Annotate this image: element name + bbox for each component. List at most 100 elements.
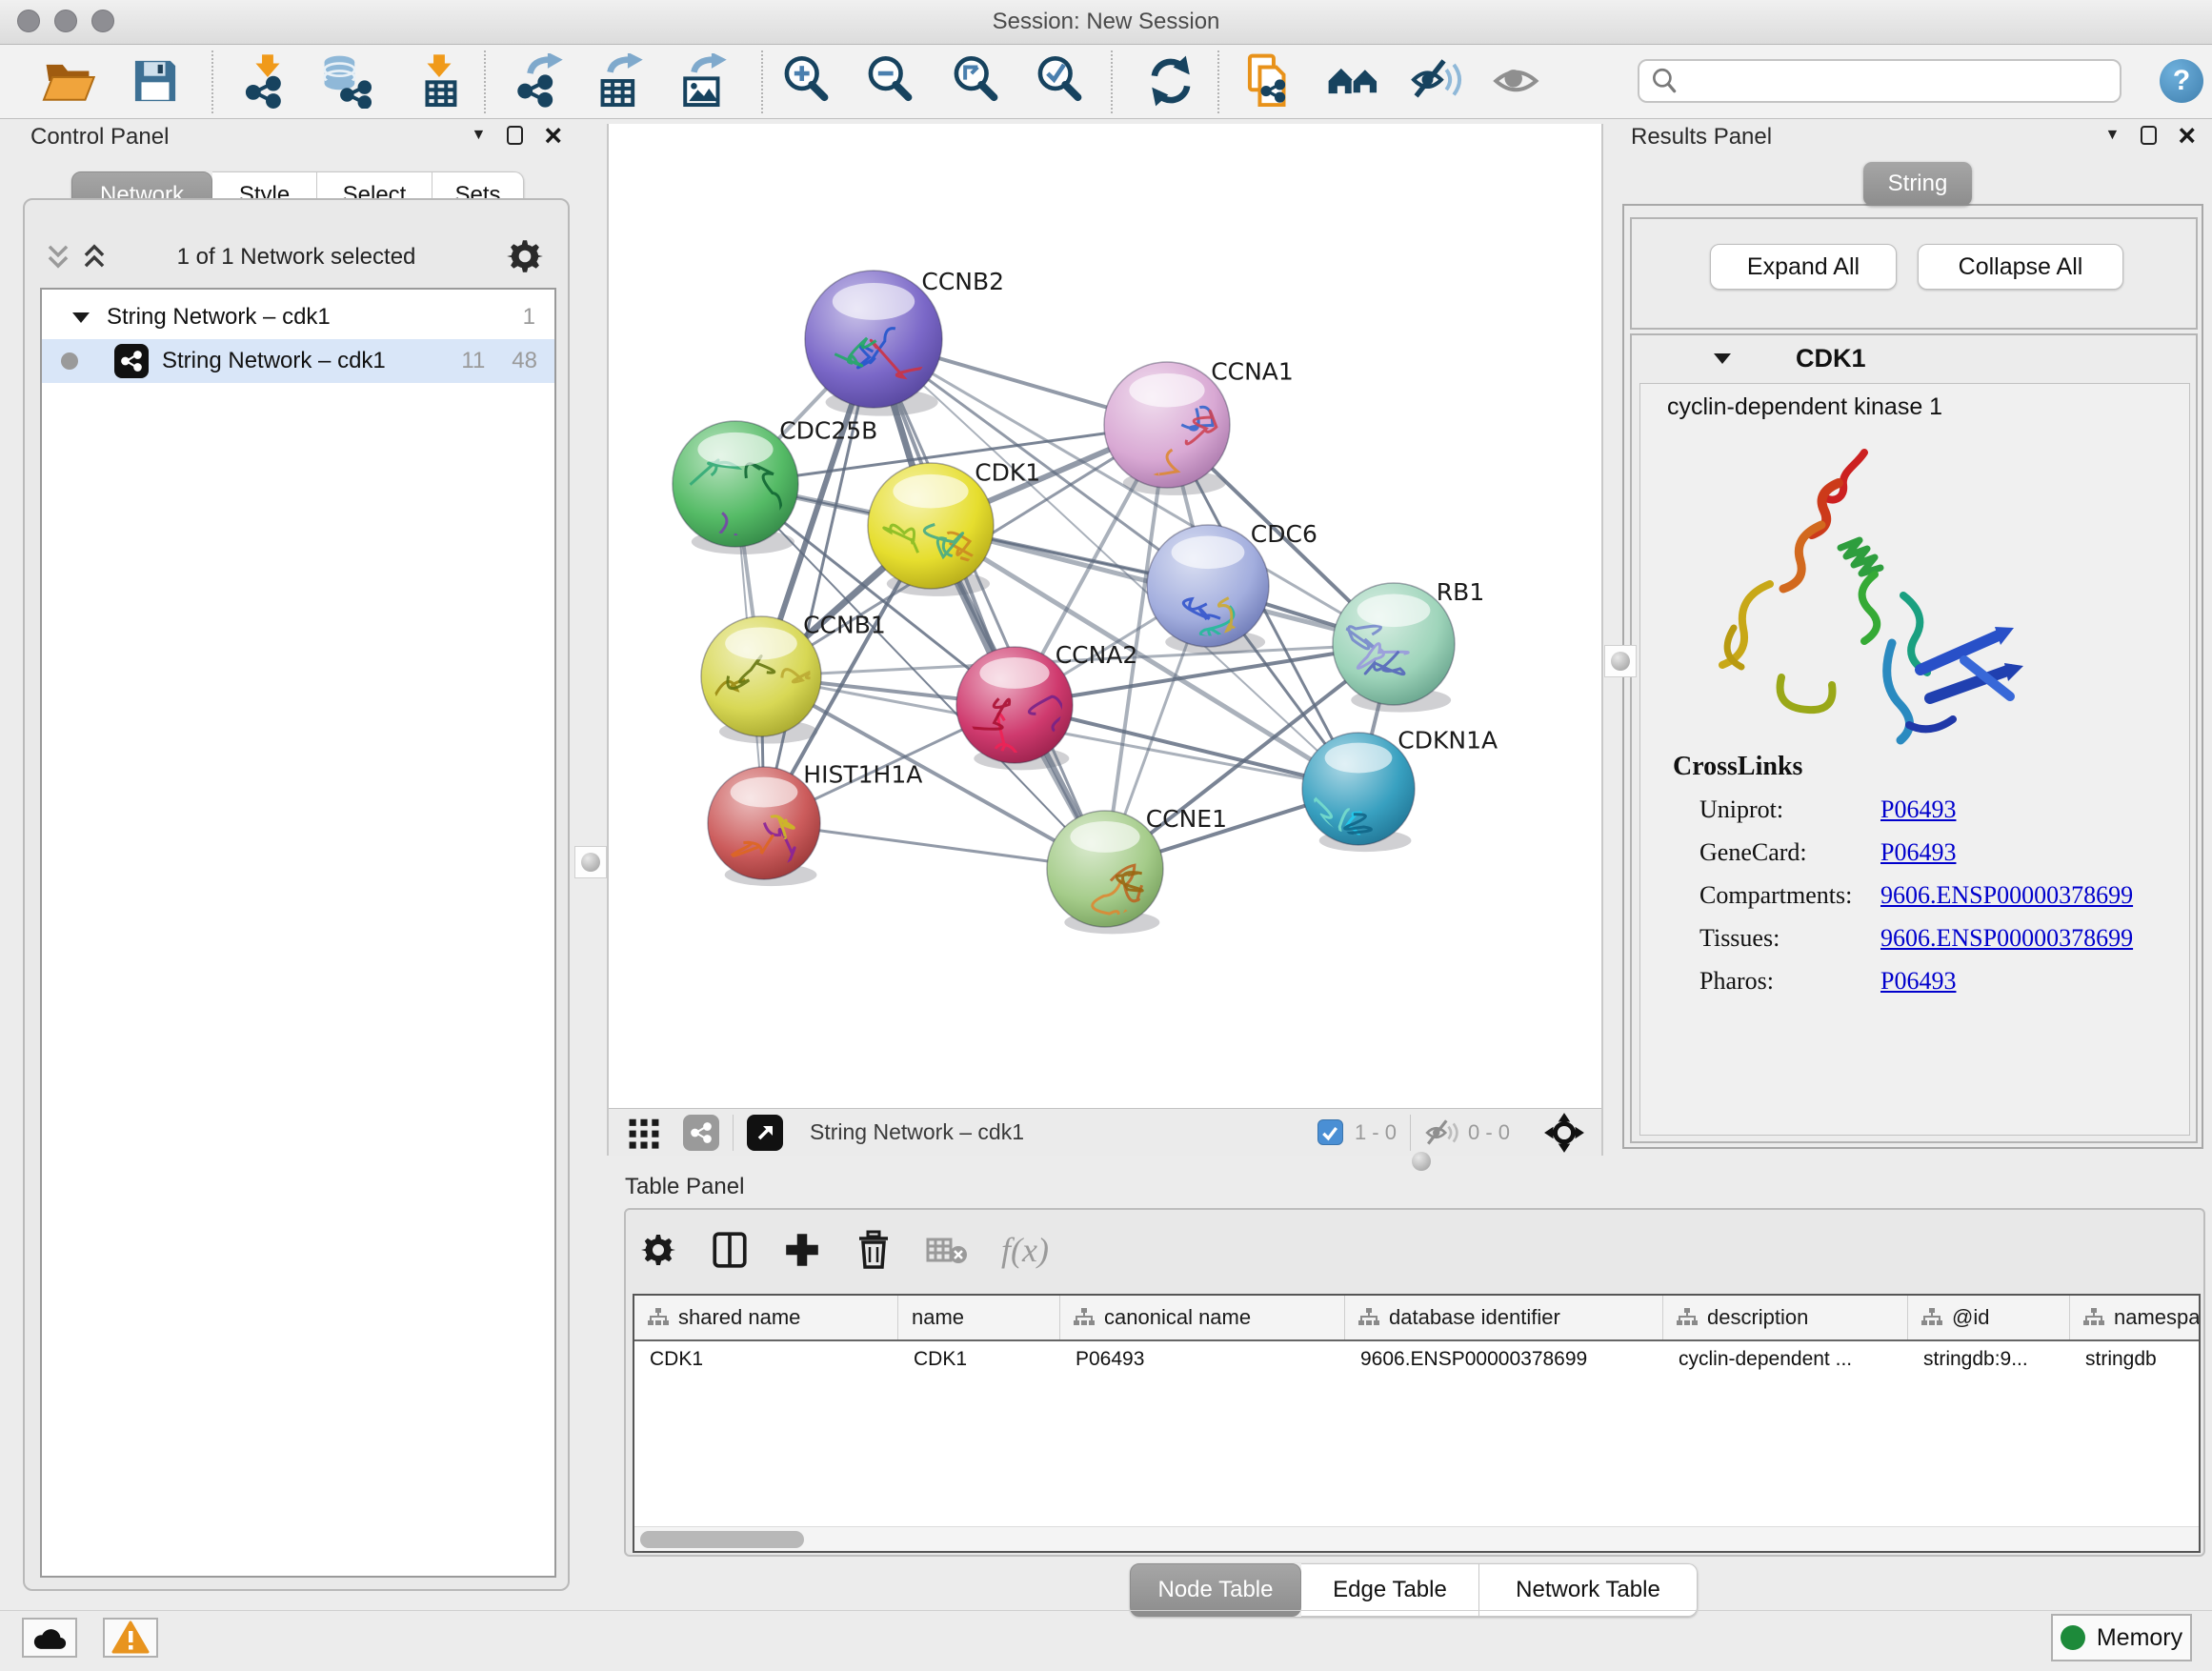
export-image-button[interactable]	[676, 53, 732, 111]
crosslink-row: Pharos:P06493	[1699, 967, 2176, 1010]
crosslink-link[interactable]: P06493	[1880, 967, 1956, 1010]
tab-network-table[interactable]: Network Table	[1479, 1563, 1698, 1617]
network-node-CCNB2[interactable]: CCNB2	[805, 268, 1004, 408]
delete-column-trash-icon[interactable]	[855, 1230, 893, 1270]
search-input[interactable]	[1685, 62, 2120, 100]
crosslink-link[interactable]: 9606.ENSP00000378699	[1880, 924, 2133, 967]
column-header-canonical-name[interactable]: canonical name	[1060, 1296, 1345, 1339]
table-body: CDK1CDK1P064939606.ENSP00000378699cyclin…	[634, 1341, 2199, 1378]
column-header-name[interactable]: name	[898, 1296, 1060, 1339]
results-panel-close-icon[interactable]: ×	[2178, 126, 2196, 145]
table-row[interactable]: CDK1CDK1P064939606.ENSP00000378699cyclin…	[634, 1341, 2199, 1378]
memory-label: Memory	[2097, 1624, 2182, 1652]
tab-string[interactable]: String	[1863, 162, 1972, 206]
crosslink-link[interactable]: P06493	[1880, 838, 1956, 881]
column-group-icon	[1358, 1307, 1379, 1328]
table-cell[interactable]: CDK1	[634, 1341, 898, 1378]
expand-all-button[interactable]: Expand All	[1710, 244, 1897, 290]
network-node-RB1[interactable]: RB1	[1333, 578, 1484, 705]
control-panel-close-icon[interactable]: ×	[544, 126, 562, 145]
column-header-namespace[interactable]: namespace	[2070, 1296, 2201, 1339]
right-splitter-handle[interactable]	[1604, 645, 1637, 677]
left-splitter-handle[interactable]	[574, 846, 607, 878]
grid-view-icon[interactable]	[626, 1115, 662, 1151]
column-header--id[interactable]: @id	[1908, 1296, 2070, 1339]
refresh-network-button[interactable]	[1143, 53, 1198, 111]
column-header-database-identifier[interactable]: database identifier	[1345, 1296, 1663, 1339]
selected-checkbox-icon[interactable]	[1317, 1119, 1343, 1145]
tab-edge-table[interactable]: Edge Table	[1301, 1563, 1479, 1617]
detach-view-icon[interactable]	[747, 1115, 783, 1151]
network-node-CCNE1[interactable]: CCNE1	[1047, 805, 1227, 929]
function-builder-icon[interactable]: f(x)	[1001, 1230, 1049, 1270]
first-neighbors-button[interactable]	[1326, 53, 1381, 111]
crosslink-link[interactable]: P06493	[1880, 795, 1956, 838]
protein-section-header[interactable]: CDK1	[1632, 335, 2196, 381]
zoom-in-button[interactable]	[779, 53, 835, 111]
network-node-CDK1[interactable]: CDK1	[868, 458, 1040, 589]
network-options-gear-icon[interactable]	[505, 236, 545, 276]
cloud-status-button[interactable]	[22, 1618, 77, 1658]
import-network-from-database-button[interactable]	[318, 53, 373, 111]
section-expand-icon[interactable]	[1712, 350, 1733, 367]
fit-selected-crosshair-icon[interactable]	[1542, 1111, 1586, 1155]
crosslink-link[interactable]: 9606.ENSP00000378699	[1880, 881, 2133, 924]
control-panel-title: Control Panel	[30, 124, 169, 150]
tab-node-table[interactable]: Node Table	[1130, 1563, 1301, 1617]
delete-table-icon[interactable]	[925, 1232, 969, 1268]
results-panel-menu-icon[interactable]: ▼	[2104, 127, 2120, 144]
export-network-icon	[513, 53, 568, 109]
network-birdseye-icon[interactable]	[683, 1115, 719, 1151]
control-panel-menu-icon[interactable]: ▼	[471, 127, 486, 144]
zoom-in-icon	[779, 53, 835, 109]
network-node-HIST1H1A[interactable]: HIST1H1A	[708, 761, 922, 884]
collection-expand-icon[interactable]	[70, 309, 91, 326]
table-cell[interactable]: stringdb	[2070, 1341, 2201, 1378]
results-panel-float-icon[interactable]	[2141, 126, 2157, 145]
export-network-button[interactable]	[513, 53, 568, 111]
save-session-button[interactable]	[128, 53, 183, 111]
bottom-splitter-handle[interactable]	[1405, 1149, 1438, 1174]
protein-section: CDK1 cyclin-dependent kinase 1	[1630, 333, 2198, 1143]
table-cell[interactable]: 9606.ENSP00000378699	[1345, 1341, 1663, 1378]
table-cell[interactable]: P06493	[1060, 1341, 1345, 1378]
zoom-fit-content-button[interactable]	[949, 53, 1004, 111]
zoom-selected-button[interactable]	[1033, 53, 1088, 111]
zoom-out-button[interactable]	[863, 53, 918, 111]
export-table-button[interactable]	[593, 53, 648, 111]
main-toolbar: ?	[0, 45, 2212, 119]
open-session-button[interactable]	[40, 53, 95, 111]
column-header-description[interactable]: description	[1663, 1296, 1908, 1339]
network-canvas[interactable]: CCNB2CCNA1CDC25BCDK1CDC6RB1CCNB1CCNA2CDK…	[609, 124, 1601, 1106]
network-node-CCNB1[interactable]: CCNB1	[680, 612, 885, 736]
hide-selected-button[interactable]	[1410, 53, 1465, 111]
table-options-gear-icon[interactable]	[639, 1231, 677, 1269]
import-table-from-file-button[interactable]	[410, 53, 465, 111]
table-cell[interactable]: stringdb:9...	[1908, 1341, 2070, 1378]
network-selection-status: 1 of 1 Network selected	[25, 244, 568, 271]
network-collection-row[interactable]: String Network – cdk1 1	[42, 295, 554, 339]
network-edge-count: 48	[512, 348, 537, 374]
table-cell[interactable]: cyclin-dependent ...	[1663, 1341, 1908, 1378]
warning-status-button[interactable]	[103, 1618, 158, 1658]
network-node-CCNA2[interactable]: CCNA2	[955, 641, 1137, 770]
collapse-all-button[interactable]: Collapse All	[1918, 244, 2123, 290]
title-bar: Session: New Session	[0, 0, 2212, 45]
help-button[interactable]: ?	[2160, 59, 2203, 103]
network-tab-content: 1 of 1 Network selected String Network –…	[23, 198, 570, 1591]
scrollbar-thumb[interactable]	[640, 1531, 804, 1548]
import-network-from-file-button[interactable]	[238, 53, 293, 111]
add-column-icon[interactable]	[782, 1230, 822, 1270]
node-label-CDK1: CDK1	[975, 458, 1040, 486]
table-horizontal-scrollbar[interactable]	[634, 1526, 2199, 1551]
network-row-selected[interactable]: String Network – cdk1 11 48	[42, 339, 554, 383]
memory-button[interactable]: Memory	[2051, 1614, 2192, 1661]
footer-divider	[1410, 1115, 1411, 1151]
clone-network-button[interactable]	[1242, 53, 1297, 111]
warning-triangle-icon	[111, 1621, 150, 1655]
control-panel-float-icon[interactable]	[507, 126, 523, 145]
column-header-shared-name[interactable]: shared name	[634, 1296, 898, 1339]
show-all-button[interactable]	[1491, 53, 1546, 111]
table-cell[interactable]: CDK1	[898, 1341, 1060, 1378]
show-columns-icon[interactable]	[710, 1230, 750, 1270]
